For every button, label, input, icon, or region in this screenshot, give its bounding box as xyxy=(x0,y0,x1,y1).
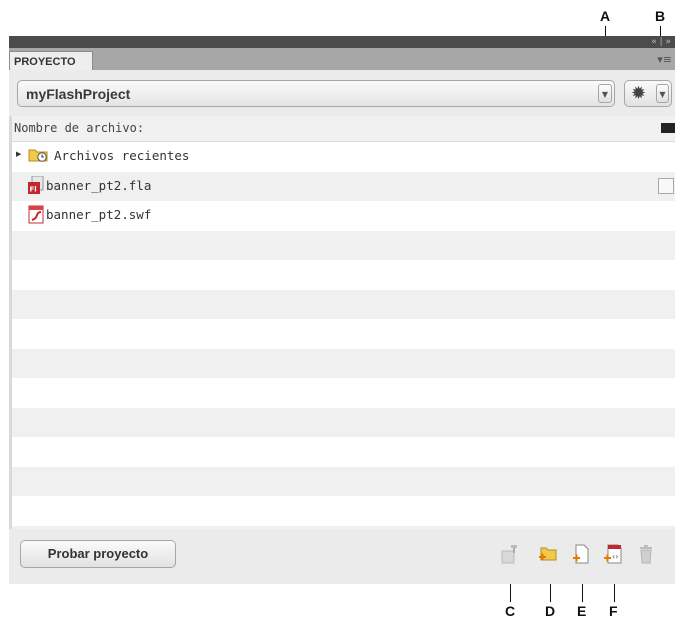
list-item-empty xyxy=(12,496,675,526)
bottom-toolbar: Probar proyecto ‹› xyxy=(9,529,675,584)
collapse-expand-icon[interactable]: « | » xyxy=(651,36,671,48)
file-list: Nombre de archivo: ▶ Archivos recientes … xyxy=(12,116,675,529)
swf-file-icon xyxy=(28,205,44,224)
row-checkbox[interactable] xyxy=(658,177,674,194)
callout-b: B xyxy=(655,8,666,24)
list-item-label: banner_pt2.swf xyxy=(46,207,152,222)
pin-file-icon[interactable] xyxy=(499,543,521,565)
list-item-label: Archivos recientes xyxy=(54,148,190,163)
project-settings-button[interactable]: ✹ ▼ xyxy=(624,80,672,107)
tab-strip: PROYECTO ▾≡ xyxy=(9,48,675,70)
list-item-empty xyxy=(12,466,675,496)
callout-d: D xyxy=(545,603,556,619)
project-panel: « | » PROYECTO ▾≡ myFlashProject ▼ ✹ ▼ N… xyxy=(9,36,675,584)
list-item-empty xyxy=(12,378,675,408)
expand-arrow-icon[interactable]: ▶ xyxy=(16,150,21,158)
list-item-empty xyxy=(12,289,675,319)
list-item-label: banner_pt2.fla xyxy=(46,177,152,193)
list-item-swf[interactable]: banner_pt2.swf xyxy=(12,201,675,231)
chevron-down-icon: ▼ xyxy=(659,90,666,99)
gear-icon: ✹ xyxy=(631,83,647,104)
project-dropdown[interactable]: myFlashProject ▼ xyxy=(17,80,615,107)
list-item-empty xyxy=(12,319,675,349)
new-file-icon[interactable] xyxy=(570,543,592,565)
new-folder-icon[interactable] xyxy=(537,543,559,565)
project-name: myFlashProject xyxy=(26,86,131,102)
callout-e: E xyxy=(577,603,587,619)
folder-icon[interactable] xyxy=(661,123,675,133)
list-item-fla[interactable]: Fl banner_pt2.fla xyxy=(12,171,675,201)
list-item-empty xyxy=(12,407,675,437)
list-item-empty xyxy=(12,348,675,378)
project-toolbar: myFlashProject ▼ ✹ ▼ xyxy=(9,70,675,116)
list-item-empty xyxy=(12,260,675,290)
tab-proyecto[interactable]: PROYECTO xyxy=(9,51,93,70)
test-project-button[interactable]: Probar proyecto xyxy=(20,540,176,568)
list-item-recent-files[interactable]: ▶ Archivos recientes xyxy=(12,142,675,172)
list-item-empty xyxy=(12,437,675,467)
list-header: Nombre de archivo: xyxy=(12,116,675,142)
callout-f: F xyxy=(609,603,618,619)
recent-folder-icon xyxy=(28,149,48,162)
panel-titlebar[interactable]: « | » xyxy=(9,36,675,48)
callout-a: A xyxy=(600,8,611,24)
panel-menu-icon[interactable]: ▾≡ xyxy=(657,53,672,66)
new-class-icon[interactable]: ‹› xyxy=(602,543,624,565)
trash-icon[interactable] xyxy=(635,543,657,565)
svg-text:‹›: ‹› xyxy=(612,552,618,561)
settings-dropdown-arrow[interactable]: ▼ xyxy=(656,84,669,103)
project-dropdown-arrow[interactable]: ▼ xyxy=(598,84,612,103)
column-header-filename: Nombre de archivo: xyxy=(14,121,145,135)
svg-text:Fl: Fl xyxy=(30,185,37,193)
list-item-empty xyxy=(12,230,675,260)
chevron-down-icon: ▼ xyxy=(601,90,609,99)
fla-file-icon: Fl xyxy=(28,175,44,194)
file-rows: ▶ Archivos recientes Fl banner_pt2.fla b… xyxy=(12,142,675,529)
callout-c: C xyxy=(505,603,516,619)
